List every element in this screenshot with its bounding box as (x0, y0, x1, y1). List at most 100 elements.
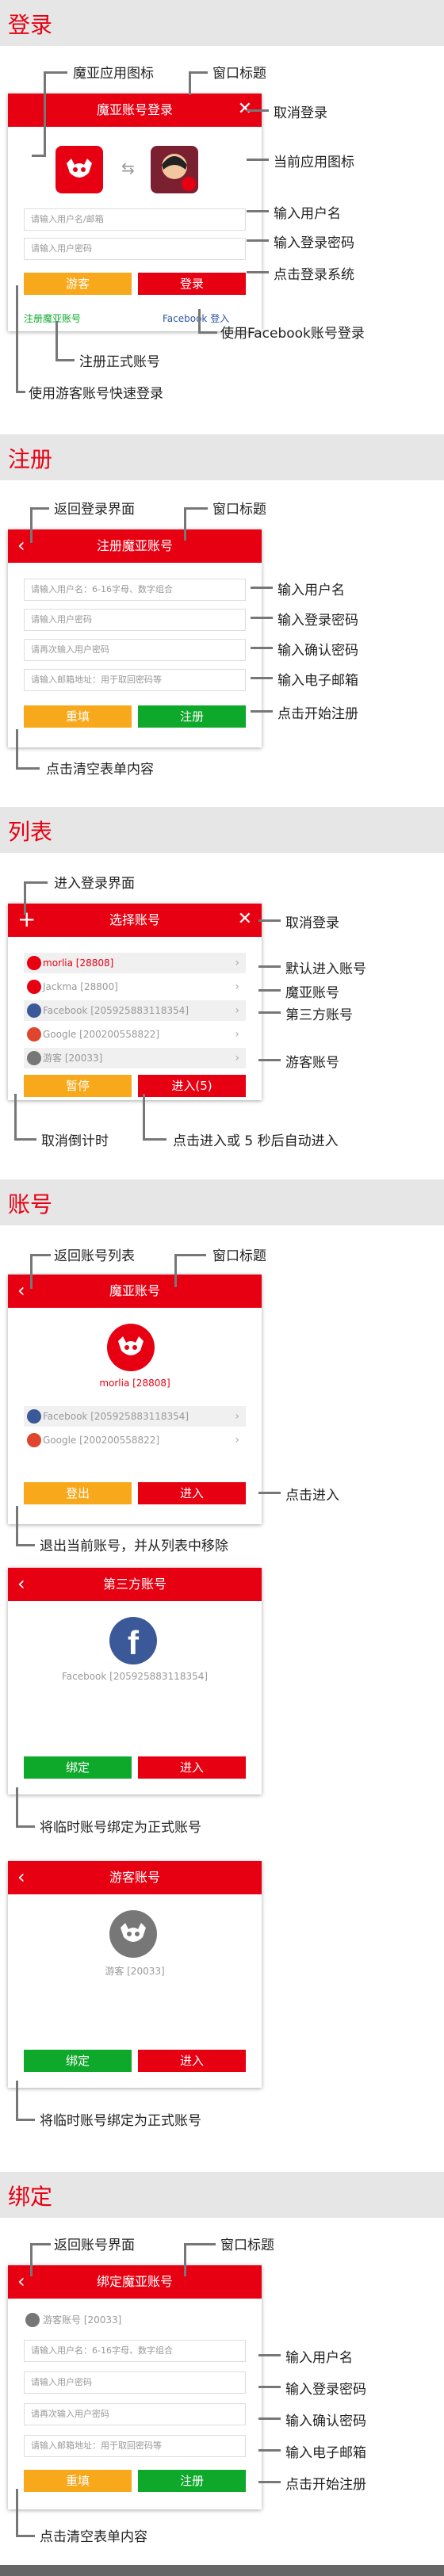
annotation: 输入电子邮箱 (258, 2441, 366, 2461)
annotation: 窗口标题 (212, 502, 266, 518)
annotation: 注册正式账号 (79, 354, 160, 370)
password-input[interactable]: 请输入用户密码 (24, 609, 246, 631)
facebook-icon (27, 1003, 41, 1018)
chevron-right-icon: › (235, 1052, 239, 1064)
bind-button[interactable]: 绑定 (24, 2050, 132, 2072)
title-bar: ‹ 魔亚账号 (8, 1275, 262, 1308)
section-header-account: 账号 (0, 1179, 444, 1225)
third-party-window: ‹ 第三方账号 f Facebook [205925883118354] 绑定 进… (8, 1568, 262, 1794)
pause-button[interactable]: 暂停 (24, 1075, 132, 1097)
callout-line (16, 1825, 35, 1828)
enter-button[interactable]: 进入 (138, 2050, 246, 2072)
login-window: 魔亚账号登录 ✕ ⇆ 请输入用户名/邮箱 请输入用户密码 游客 登录 注册魔亚账号… (8, 94, 262, 331)
bind-button[interactable]: 绑定 (24, 1756, 132, 1779)
callout-line (198, 331, 217, 334)
back-icon[interactable]: ‹ (17, 1861, 25, 1893)
account-name: morlia [28808] (99, 1378, 170, 1389)
guest-window: ‹ 游客账号 游客 [20033] 绑定 进入 (8, 1861, 262, 2088)
email-input[interactable]: 请输入邮箱地址：用于取回密码等 (24, 2435, 246, 2457)
confirm-password-input[interactable]: 请再次输入用户密码 (24, 639, 246, 661)
callout-line (56, 321, 58, 361)
enter-button[interactable]: 进入(5) (138, 1075, 246, 1097)
annotation: 窗口标题 (220, 2238, 274, 2253)
register-button[interactable]: 注册 (138, 705, 246, 728)
annotation: 输入登录密码 (247, 231, 354, 251)
moya-app-icon (56, 146, 103, 193)
account-list-window: + 选择账号 ✕ morlia [28808] › Jackma [28800] › F… (8, 904, 262, 1100)
section-header-login: 登录 (0, 0, 444, 46)
account-name: Facebook [205925883118354] (61, 1671, 209, 1682)
confirm-password-input[interactable]: 请再次输入用户密码 (24, 2403, 246, 2425)
title-bar: 魔亚账号登录 ✕ (8, 94, 262, 127)
annotation: 点击开始注册 (258, 2473, 366, 2493)
callout-line (16, 1506, 18, 1546)
close-icon[interactable]: ✕ (238, 904, 252, 935)
annotation: 进入登录界面 (54, 876, 135, 892)
plus-icon[interactable]: + (17, 904, 36, 935)
list-item[interactable]: Google [200200558822] › (24, 1024, 246, 1045)
callout-line (44, 71, 46, 155)
callout-line (56, 359, 75, 361)
callout-line (16, 391, 25, 393)
title-bar: ‹ 第三方账号 (8, 1568, 262, 1601)
list-item[interactable]: 游客 [20033] › (24, 1048, 246, 1068)
callout-line (16, 1544, 35, 1546)
register-button[interactable]: 注册 (138, 2470, 246, 2492)
callout-line (30, 2243, 51, 2245)
username-input[interactable]: 请输入用户名：6-16字母、数字组合 (24, 579, 246, 601)
callout-line (16, 285, 18, 392)
annotation: 窗口标题 (212, 66, 266, 82)
callout-line (16, 2081, 18, 2120)
account-name: 游客 [20033] (105, 1966, 165, 1977)
callout-line (14, 1138, 36, 1141)
list-item[interactable]: Google [200200558822] › (24, 1430, 246, 1450)
annotation: 窗口标题 (212, 1248, 266, 1264)
annotation: 当前应用图标 (247, 151, 354, 170)
google-icon (27, 1027, 41, 1041)
chevron-right-icon: › (235, 980, 239, 993)
back-icon[interactable]: ‹ (17, 1275, 25, 1306)
annotation: 输入确认密码 (251, 639, 358, 659)
annotation: 返回账号界面 (54, 2238, 135, 2253)
annotation: 输入登录密码 (251, 609, 358, 629)
annotation: 返回账号列表 (54, 1248, 135, 1264)
section-header-list: 列表 (0, 807, 444, 853)
login-button[interactable]: 登录 (138, 273, 246, 295)
reset-button[interactable]: 重填 (24, 2470, 132, 2492)
email-input[interactable]: 请输入邮箱地址：用于取回密码等 (24, 669, 246, 691)
password-input[interactable]: 请输入用户密码 (24, 2372, 246, 2394)
back-icon[interactable]: ‹ (17, 1568, 25, 1599)
callout-line (189, 71, 208, 74)
facebook-login-link[interactable]: Facebook 登入 (163, 311, 229, 325)
back-icon[interactable]: ‹ (17, 2265, 25, 2297)
list-item[interactable]: morlia [28808] › (24, 953, 246, 973)
callout-line (143, 1094, 145, 1140)
facebook-icon (27, 1409, 41, 1424)
callout-line (16, 729, 18, 769)
password-input[interactable]: 请输入用户密码 (24, 238, 246, 260)
enter-button[interactable]: 进入 (138, 1482, 246, 1504)
guest-button[interactable]: 游客 (24, 273, 132, 295)
callout-line (30, 1254, 33, 1289)
back-icon[interactable]: ‹ (17, 529, 25, 561)
account-window: ‹ 魔亚账号 morlia [28808] Facebook [205925883… (8, 1275, 262, 1524)
callout-line (16, 2535, 35, 2537)
username-input[interactable]: 请输入用户名/邮箱 (24, 208, 246, 231)
list-item[interactable]: Facebook [205925883118354] › (24, 1000, 246, 1021)
callout-line (16, 2489, 18, 2536)
annotation: 输入确认密码 (258, 2410, 366, 2429)
enter-button[interactable]: 进入 (138, 1756, 246, 1779)
title-bar: ‹ 游客账号 (8, 1861, 262, 1894)
callout-line (24, 881, 48, 884)
list-item[interactable]: Jackma [28800] › (24, 977, 246, 997)
logout-button[interactable]: 登出 (24, 1482, 132, 1504)
list-item[interactable]: Facebook [205925883118354] › (24, 1406, 246, 1427)
reset-button[interactable]: 重填 (24, 705, 132, 728)
callout-line (143, 1138, 166, 1141)
callout-line (184, 507, 186, 541)
annotation: 输入用户名 (258, 2346, 353, 2366)
annotation: 点击清空表单内容 (40, 2529, 147, 2545)
callout-line (32, 155, 46, 157)
username-input[interactable]: 请输入用户名：6-16字母、数字组合 (24, 2340, 246, 2362)
register-link[interactable]: 注册魔亚账号 (24, 311, 81, 325)
